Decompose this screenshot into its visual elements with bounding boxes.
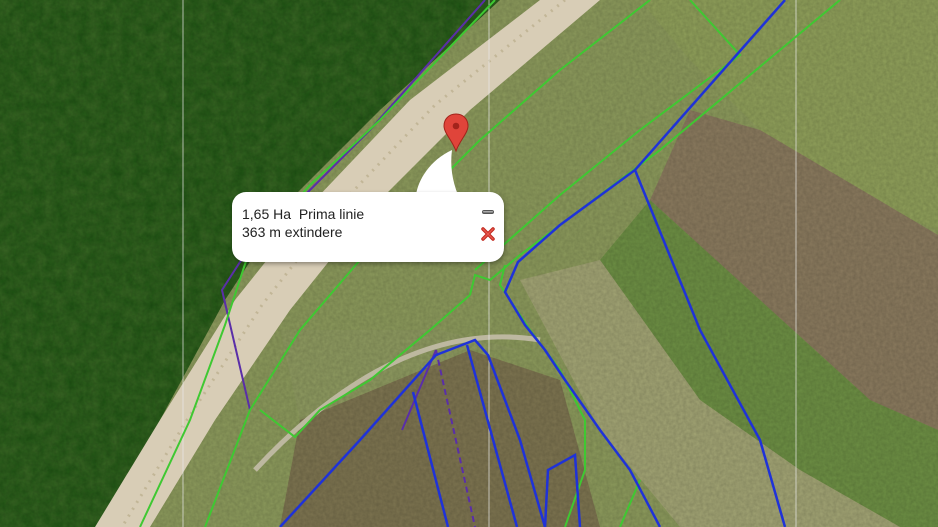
close-icon [481, 227, 495, 241]
popup-label: Prima linie [298, 206, 365, 222]
map-canvas[interactable]: 1,65 Ha Prima linie 363 m extindere [0, 0, 938, 527]
popup-content: 1,65 Ha Prima linie 363 m extindere [242, 205, 364, 241]
popup-line-1: 1,65 Ha Prima linie [242, 205, 364, 223]
close-button[interactable] [480, 226, 496, 242]
popup-note: 363 m extindere [242, 224, 343, 240]
satellite-imagery [0, 0, 938, 527]
minimize-button[interactable] [480, 204, 496, 220]
minimize-icon [482, 210, 494, 214]
info-popup: 1,65 Ha Prima linie 363 m extindere [232, 192, 504, 262]
popup-area: 1,65 Ha [242, 206, 292, 222]
